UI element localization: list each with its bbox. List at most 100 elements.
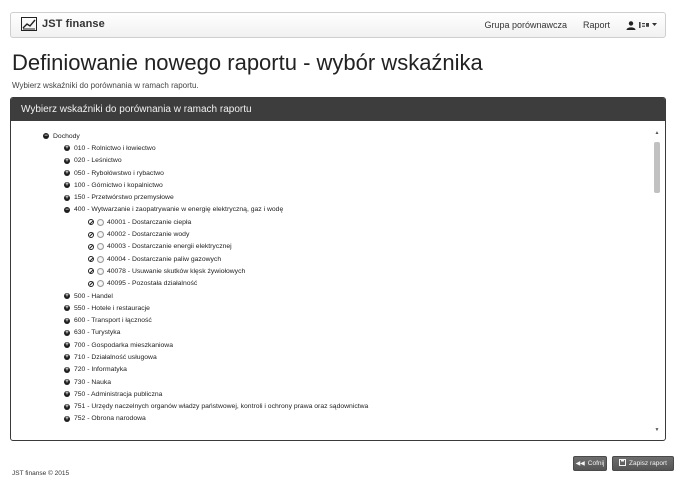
tree-node-label: Dochody [53,132,80,140]
plus-circle-icon[interactable]: + [64,391,70,398]
plus-circle-icon[interactable]: + [64,194,70,201]
indicator-radio[interactable] [97,267,104,275]
tree-node[interactable]: +700 - Gospodarka mieszkaniowa [11,339,653,351]
tree-node-label: 750 - Administracja publiczna [74,390,163,398]
plus-circle-icon[interactable]: + [64,354,70,361]
tree-node[interactable]: +050 - Rybołówstwo i rybactwo [11,167,653,179]
tree-node[interactable]: −400 - Wytwarzanie i zaopatrywanie w ene… [11,204,653,216]
tree-node[interactable]: +500 - Handel [11,290,653,302]
scrollbar-thumb[interactable] [654,142,660,193]
tree-node[interactable]: +750 - Administracja publiczna [11,388,653,400]
indicator-tree[interactable]: − Dochody +010 - Rolnictwo i łowiectwo +020… [11,121,665,440]
tree-node-label: 752 - Obrona narodowa [74,415,146,423]
tree-node[interactable]: +550 - Hotele i restauracje [11,302,653,314]
plus-circle-icon[interactable]: + [64,170,70,177]
nav-links: Grupa porównawcza Raport [468,20,657,30]
brand[interactable]: JST finanse [21,17,105,31]
tree-node[interactable]: +752 - Obrona narodowa [11,413,653,425]
tree-node[interactable]: +730 - Nauka [11,376,653,388]
plus-circle-icon[interactable]: + [64,342,70,349]
tree-node-label: 40004 - Dostarczanie paliw gazowych [107,255,222,263]
tree-node-label: 010 - Rolnictwo i łowiectwo [74,144,156,152]
tree-node[interactable]: +150 - Przetwórstwo przemysłowe [11,191,653,203]
plus-circle-icon[interactable]: + [64,182,70,189]
tree-scrollbar[interactable]: ▲ ▼ [653,129,661,434]
indicator-leaf-item[interactable]: 40003 - Dostarczanie energii elektryczne… [11,241,653,253]
tree-node-label: 600 - Transport i łączność [74,317,152,325]
tree-node[interactable]: +751 - Urzędy naczelnych organów władzy … [11,401,653,413]
indicator-leaf-item[interactable]: 40001 - Dostarczanie ciepła [11,216,653,228]
caret-down-icon [652,23,657,26]
indicator-leaf-item[interactable]: 40004 - Dostarczanie paliw gazowych [11,253,653,265]
plus-circle-icon[interactable]: + [64,317,70,324]
tree-node[interactable]: +630 - Turystyka [11,327,653,339]
user-menu[interactable] [626,20,657,30]
tree-node-label: 500 - Handel [74,292,113,300]
nav-link-comparison-group[interactable]: Grupa porównawcza [484,20,567,30]
plus-circle-icon[interactable]: + [64,403,70,410]
tree-list: − Dochody +010 - Rolnictwo i łowiectwo +020… [11,130,653,425]
floppy-icon [619,459,627,468]
plus-circle-icon[interactable]: + [64,379,70,386]
tree-node-label: 630 - Turystyka [74,329,121,337]
tree-node-label: 020 - Leśnictwo [74,157,122,165]
tree-node-label: 150 - Przetwórstwo przemysłowe [74,194,174,202]
plus-circle-icon[interactable]: + [64,145,70,152]
chart-icon [21,17,37,31]
user-icon [626,20,636,30]
indicator-panel: Wybierz wskaźniki do porównania w ramach… [10,97,666,441]
indicator-radio[interactable] [97,280,104,288]
ban-icon [88,231,94,238]
back-button[interactable]: ◀◀ Cofnij [573,456,607,471]
backward-icon: ◀◀ [575,461,585,467]
minus-circle-icon[interactable]: − [64,206,70,213]
tree-node[interactable]: − Dochody [11,130,653,142]
plus-circle-icon[interactable]: + [64,293,70,299]
tree-node-label: 40095 - Pozostała działalność [107,280,198,288]
plus-circle-icon[interactable]: + [64,329,70,336]
tree-node-label: 710 - Działalność usługowa [74,353,157,361]
scroll-down-icon[interactable]: ▼ [653,426,661,434]
indicator-leaf-item[interactable]: 40095 - Pozostała działalność [11,278,653,290]
tree-node[interactable]: +710 - Działalność usługowa [11,351,653,363]
tree-node-label: 40078 - Usuwanie skutków klęsk żywiołowy… [107,267,246,275]
plus-circle-icon[interactable]: + [64,366,70,373]
scroll-up-icon[interactable]: ▲ [653,129,661,137]
footer-copyright: JST finanse © 2015 [12,470,70,477]
tree-node-label: 100 - Górnictwo i kopalnictwo [74,181,163,189]
ban-icon [88,243,94,250]
plus-circle-icon[interactable]: + [64,157,70,164]
indicator-leaf-item[interactable]: 40002 - Dostarczanie wody [11,228,653,240]
indicator-radio[interactable] [97,231,104,239]
minus-circle-icon[interactable]: − [43,133,49,140]
save-report-button[interactable]: Zapisz raport [612,456,674,471]
panel-heading: Wybierz wskaźniki do porównania w ramach… [11,98,665,121]
brand-name: JST finanse [42,18,105,30]
plus-circle-icon[interactable]: + [64,415,70,422]
nav-link-report[interactable]: Raport [583,20,610,30]
page-title: Definiowanie nowego raportu - wybór wska… [12,50,483,75]
tree-node-label: 050 - Rybołówstwo i rybactwo [74,169,164,177]
tree-node[interactable]: +720 - Informatyka [11,364,653,376]
page-subtitle: Wybierz wskaźniki do porównania w ramach… [12,81,199,90]
indicator-radio[interactable] [97,218,104,226]
tree-node[interactable]: +010 - Rolnictwo i łowiectwo [11,142,653,154]
tree-node-label: 40002 - Dostarczanie wody [107,231,190,239]
tree-node[interactable]: +020 - Leśnictwo [11,155,653,167]
tree-node-label: 751 - Urzędy naczelnych organów władzy p… [74,403,369,411]
tree-node-label: 40001 - Dostarczanie ciepła [107,218,192,226]
tree-node-label: 40003 - Dostarczanie energii elektryczne… [107,243,232,251]
tree-node-label: 730 - Nauka [74,378,112,386]
user-flag-icon [639,22,649,28]
plus-circle-icon[interactable]: + [64,305,70,312]
tree-node-label: 700 - Gospodarka mieszkaniowa [74,341,173,349]
tree-node[interactable]: +100 - Górnictwo i kopalnictwo [11,179,653,191]
ban-icon [88,268,94,275]
indicator-radio[interactable] [97,243,104,251]
indicator-radio[interactable] [97,255,104,263]
tree-node-label: 400 - Wytwarzanie i zaopatrywanie w ener… [74,206,284,214]
back-button-label: Cofnij [587,460,605,467]
tree-node-label: 720 - Informatyka [74,366,127,374]
indicator-leaf-item[interactable]: 40078 - Usuwanie skutków klęsk żywiołowy… [11,265,653,277]
tree-node[interactable]: +600 - Transport i łączność [11,314,653,326]
